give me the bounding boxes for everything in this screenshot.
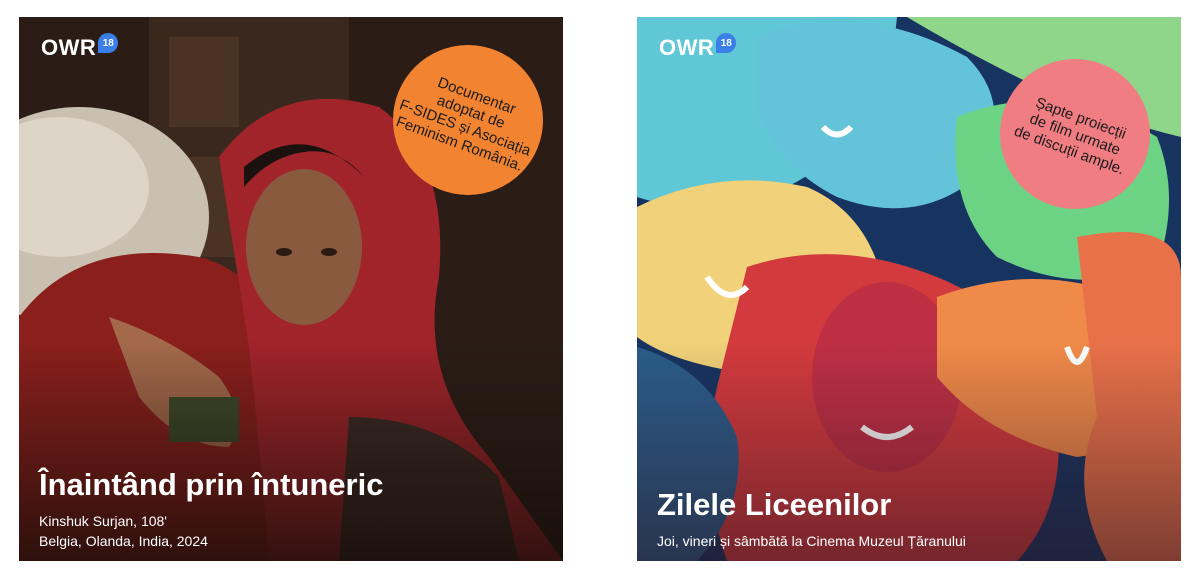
brand-logo: OWR 18 <box>41 33 119 61</box>
brand-name: OWR <box>659 35 715 60</box>
film-countries-year: Belgia, Olanda, India, 2024 <box>39 533 208 549</box>
event-card-zilele-liceenilor[interactable]: OWR 18 Șapte proiecții de film urmate de… <box>637 17 1181 561</box>
event-schedule: Joi, vineri și sâmbătă la Cinema Muzeul … <box>657 533 966 549</box>
bottom-gradient <box>637 341 1181 561</box>
event-title[interactable]: Zilele Liceenilor <box>657 487 891 523</box>
film-card-inaintand[interactable]: OWR 18 Documentar adoptat de F-SIDES și … <box>19 17 563 561</box>
age-badge-icon: 18 <box>716 33 737 53</box>
age-badge-icon: 18 <box>98 33 119 53</box>
promo-badge: Șapte proiecții de film urmate de discuț… <box>1000 59 1150 209</box>
promo-badge-text: Documentar adoptat de F-SIDES și Asociaț… <box>393 74 534 175</box>
film-director-duration: Kinshuk Surjan, 108' <box>39 513 167 529</box>
promo-badge: Documentar adoptat de F-SIDES și Asociaț… <box>393 45 543 195</box>
promo-badge-text: Șapte proiecții de film urmate de discuț… <box>1011 93 1129 178</box>
brand-name: OWR <box>41 35 97 60</box>
brand-logo: OWR 18 <box>659 33 737 61</box>
film-title[interactable]: Înaintând prin întuneric <box>39 467 383 503</box>
